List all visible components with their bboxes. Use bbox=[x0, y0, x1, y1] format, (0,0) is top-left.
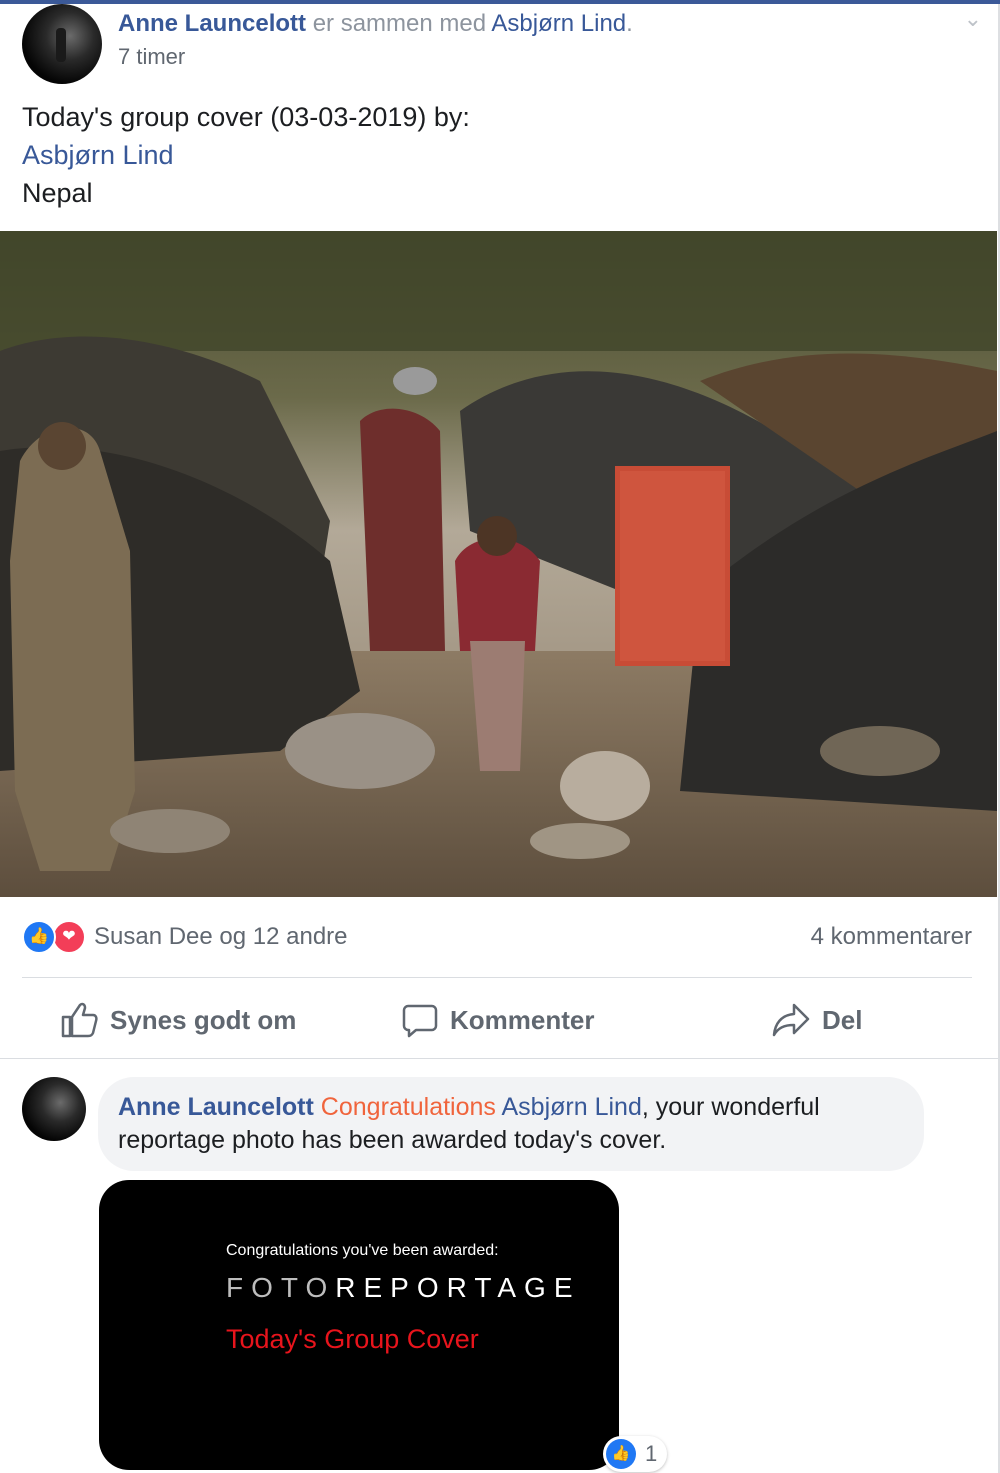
post-photo[interactable] bbox=[0, 231, 997, 897]
comment-icon bbox=[402, 1004, 438, 1038]
chevron-down-icon[interactable]: ⌄ bbox=[964, 6, 982, 32]
reaction-names[interactable]: Susan Dee og 12 andre bbox=[94, 923, 348, 951]
comment-like-badge[interactable]: 👍 1 bbox=[603, 1436, 667, 1472]
comment-label: Kommenter bbox=[450, 1004, 595, 1035]
period: . bbox=[626, 10, 633, 37]
author-line: Anne Launcelott er sammen med Asbjørn Li… bbox=[118, 10, 633, 38]
like-button[interactable]: Synes godt om bbox=[60, 993, 296, 1047]
commenter-avatar[interactable] bbox=[22, 1077, 86, 1141]
thumbs-up-icon: 👍 bbox=[606, 1439, 636, 1469]
share-icon bbox=[772, 1003, 810, 1037]
thumbs-up-icon[interactable]: 👍 bbox=[22, 920, 56, 954]
with-text: er sammen med bbox=[312, 10, 487, 37]
post-text: Today's group cover (03-03-2019) by: Asb… bbox=[22, 98, 470, 212]
comment-congrats: Congratulations bbox=[320, 1093, 496, 1121]
comment-like-count: 1 bbox=[645, 1441, 658, 1466]
comments-separator bbox=[0, 1058, 998, 1059]
award-card-image[interactable]: Congratulations you've been awarded: FOT… bbox=[99, 1180, 619, 1470]
like-label: Synes godt om bbox=[110, 1004, 297, 1035]
award-line3: Today's Group Cover bbox=[226, 1324, 479, 1354]
post-time[interactable]: 7 timer bbox=[118, 44, 185, 70]
post-text-link[interactable]: Asbjørn Lind bbox=[22, 136, 470, 174]
comment-bubble: Anne Launcelott Congratulations Asbjørn … bbox=[98, 1077, 924, 1171]
post-text-line3: Nepal bbox=[22, 178, 93, 208]
comment-author[interactable]: Anne Launcelott bbox=[118, 1093, 314, 1121]
heart-icon[interactable]: ❤ bbox=[52, 920, 86, 954]
award-foto: FOTO bbox=[226, 1272, 336, 1303]
post-text-line1: Today's group cover (03-03-2019) by: bbox=[22, 102, 470, 132]
reactions-bar: 👍 ❤ Susan Dee og 12 andre 4 kommentarer bbox=[22, 918, 972, 956]
tagged-name[interactable]: Asbjørn Lind bbox=[491, 10, 626, 37]
post-header: Anne Launcelott er sammen med Asbjørn Li… bbox=[22, 4, 982, 84]
comment-text: Anne Launcelott Congratulations Asbjørn … bbox=[118, 1091, 918, 1157]
like-icon bbox=[61, 1002, 98, 1038]
divider bbox=[22, 977, 972, 978]
author-name[interactable]: Anne Launcelott bbox=[118, 10, 306, 37]
comment-mention[interactable]: Asbjørn Lind bbox=[502, 1093, 642, 1121]
comment-button[interactable]: Kommenter bbox=[402, 993, 594, 1047]
award-line1: Congratulations you've been awarded: bbox=[226, 1242, 499, 1259]
nepal-camp-photo bbox=[0, 231, 997, 897]
author-avatar[interactable] bbox=[22, 4, 102, 84]
share-button[interactable]: Del bbox=[772, 993, 862, 1047]
action-bar: Synes godt om Kommenter Del bbox=[22, 993, 972, 1047]
comments-count[interactable]: 4 kommentarer bbox=[811, 923, 972, 951]
award-reportage: REPORTAGE bbox=[335, 1272, 581, 1303]
award-title: FOTOREPORTAGE bbox=[226, 1272, 581, 1304]
share-label: Del bbox=[822, 1004, 863, 1035]
